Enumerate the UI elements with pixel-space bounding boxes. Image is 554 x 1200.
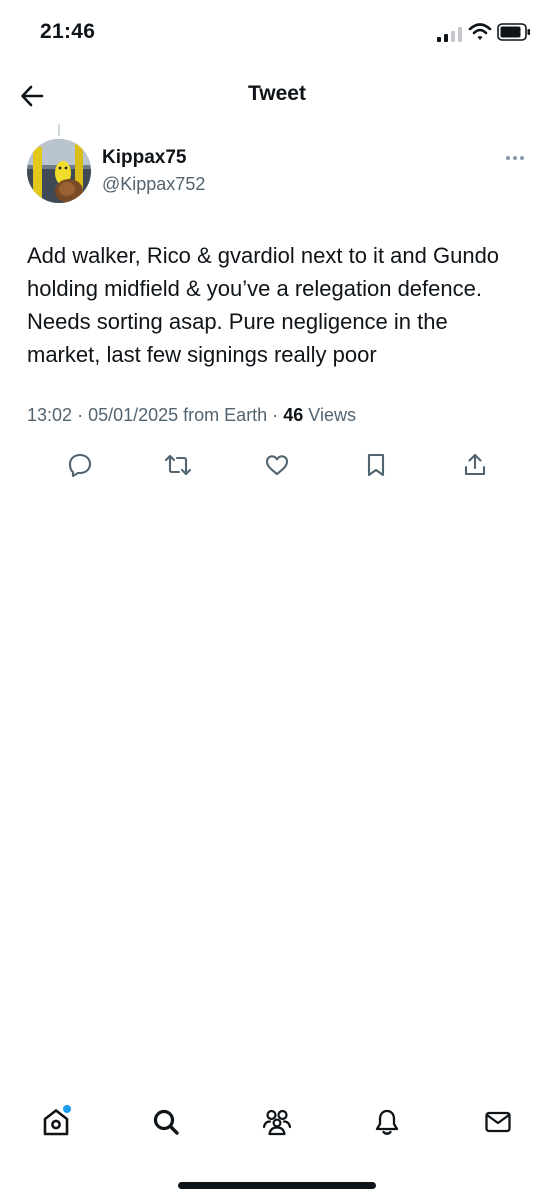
- more-dot-icon: [506, 156, 510, 160]
- status-bar: 21:46: [0, 0, 554, 66]
- views-label: Views: [308, 405, 356, 425]
- notifications-icon: [375, 1109, 399, 1135]
- communities-icon: [262, 1109, 292, 1136]
- avatar-image: [27, 139, 91, 203]
- reply-icon: [68, 453, 92, 478]
- retweet-button[interactable]: [161, 448, 195, 482]
- bookmark-icon: [367, 453, 385, 477]
- search-icon: [153, 1109, 179, 1135]
- author-display-name[interactable]: Kippax75: [102, 147, 186, 169]
- more-dot-icon: [520, 156, 524, 160]
- like-button[interactable]: [260, 448, 294, 482]
- author-handle[interactable]: @Kippax752: [102, 174, 205, 195]
- tweet-source: from Earth: [183, 405, 268, 425]
- retweet-icon: [164, 454, 192, 476]
- tab-notifications[interactable]: [367, 1102, 407, 1142]
- tweet-time: 13:02: [27, 405, 73, 425]
- cellular-signal-icon: [437, 27, 462, 42]
- bookmark-button[interactable]: [359, 448, 393, 482]
- messages-icon: [485, 1111, 511, 1133]
- meta-separator: ·: [77, 405, 89, 425]
- meta-separator: ·: [272, 405, 284, 425]
- tweet-date: 05/01/2025: [88, 405, 179, 425]
- home-indicator[interactable]: [178, 1182, 376, 1189]
- more-options-button[interactable]: [503, 150, 527, 166]
- share-button[interactable]: [458, 448, 492, 482]
- avatar[interactable]: [27, 139, 91, 203]
- more-dot-icon: [513, 156, 517, 160]
- tweet-action-bar: [0, 448, 554, 482]
- bottom-tab-bar: [0, 1098, 554, 1148]
- like-icon: [265, 455, 289, 476]
- battery-icon: [497, 23, 530, 41]
- notification-dot: [63, 1105, 71, 1113]
- views-count: 46: [283, 405, 304, 425]
- status-time: 21:46: [40, 20, 96, 43]
- tab-search[interactable]: [146, 1102, 186, 1142]
- tweet-header: Tweet: [0, 66, 554, 124]
- tweet-meta: 13:02 · 05/01/2025 from Earth · 46 Views: [27, 405, 356, 426]
- share-icon: [464, 453, 486, 476]
- thread-connector-line: [58, 124, 60, 136]
- tab-home[interactable]: [36, 1102, 76, 1142]
- tab-messages[interactable]: [478, 1102, 518, 1142]
- reply-button[interactable]: [63, 448, 97, 482]
- page-title: Tweet: [248, 82, 306, 105]
- tab-communities[interactable]: [257, 1102, 297, 1142]
- wifi-icon: [468, 23, 492, 40]
- tweet-text: Add walker, Rico & gvardiol next to it a…: [27, 243, 500, 367]
